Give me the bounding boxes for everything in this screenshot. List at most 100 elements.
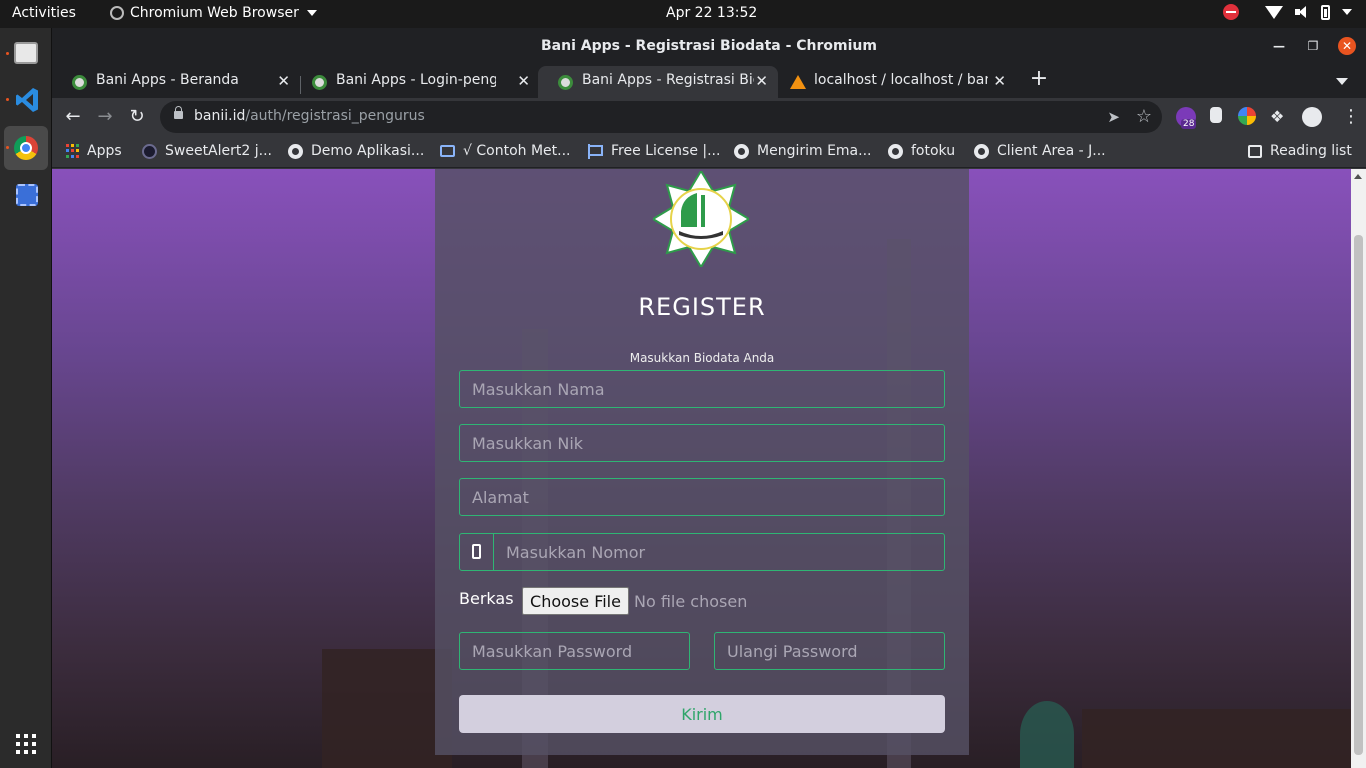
ubuntu-dock: [0, 28, 52, 768]
page-scrollbar[interactable]: [1351, 169, 1366, 768]
lock-icon[interactable]: [174, 106, 183, 119]
extension-icon[interactable]: [1210, 107, 1222, 123]
tab-label: Bani Apps - Registrasi Biodata: [582, 72, 754, 88]
page-viewport: REGISTER Masukkan Biodata Anda Berkas Ch…: [52, 169, 1351, 768]
chromium-app-icon: [110, 6, 124, 20]
bookmark-label: Client Area - J...: [997, 143, 1106, 159]
system-tray[interactable]: [1223, 4, 1352, 20]
volume-icon[interactable]: [1295, 5, 1309, 19]
tab-label: localhost / localhost / bani: [814, 72, 988, 88]
close-tab-icon[interactable]: ✕: [755, 72, 768, 90]
password-input[interactable]: [459, 632, 690, 670]
bani-logo: [653, 171, 749, 267]
address-input[interactable]: [459, 478, 945, 516]
globe-icon: [288, 143, 303, 159]
app-menu[interactable]: Chromium Web Browser: [110, 5, 317, 21]
globe-icon: [734, 143, 749, 159]
new-tab-button[interactable]: +: [1028, 68, 1050, 90]
bookmark-contoh-met[interactable]: √ Contoh Met...: [440, 143, 571, 159]
choose-file-button[interactable]: Choose File: [522, 587, 629, 615]
back-button[interactable]: ←: [62, 106, 84, 128]
phone-addon: [460, 534, 494, 570]
sweetalert-icon: [142, 143, 157, 159]
battery-icon[interactable]: [1321, 4, 1330, 20]
tab-registrasi-biodata[interactable]: Bani Apps - Registrasi Biodata ✕: [538, 66, 778, 98]
monitor-icon: [440, 145, 455, 157]
nik-input[interactable]: [459, 424, 945, 462]
app-menu-label: Chromium Web Browser: [130, 5, 299, 21]
send-tab-icon[interactable]: ➤: [1107, 108, 1120, 126]
name-input[interactable]: [459, 370, 945, 408]
close-window-button[interactable]: ✕: [1338, 37, 1356, 55]
close-tab-icon[interactable]: ✕: [517, 72, 530, 90]
tab-phpmyadmin[interactable]: localhost / localhost / bani ✕: [770, 66, 1016, 98]
scroll-up-arrow-icon[interactable]: [1354, 174, 1362, 179]
chevron-down-icon: [306, 10, 317, 16]
do-not-disturb-icon[interactable]: [1223, 4, 1239, 20]
reading-list-label: Reading list: [1270, 143, 1352, 159]
bookmark-free-license[interactable]: Free License |...: [588, 143, 720, 159]
profile-avatar[interactable]: [1302, 107, 1322, 127]
gear-icon: [72, 75, 87, 90]
bookmark-sweetalert[interactable]: SweetAlert2 j...: [142, 143, 272, 159]
file-status: No file chosen: [634, 592, 748, 611]
apps-grid-icon: [66, 143, 79, 159]
browser-toolbar: ← → ↻ banii.id/auth/registrasi_pengurus …: [52, 98, 1366, 136]
bookmark-star-icon[interactable]: ☆: [1136, 106, 1152, 127]
tab-beranda[interactable]: Bani Apps - Beranda ✕: [52, 66, 300, 98]
wifi-icon[interactable]: [1265, 5, 1283, 19]
tab-strip: Bani Apps - Beranda ✕ Bani Apps - Login-…: [52, 64, 1366, 98]
chevron-down-icon[interactable]: [1342, 9, 1352, 15]
extension-icon[interactable]: 28: [1176, 107, 1197, 129]
globe-icon: [888, 143, 903, 159]
bookmark-client-area[interactable]: Client Area - J...: [974, 143, 1106, 159]
show-applications-icon[interactable]: [16, 734, 36, 754]
dock-screenshot[interactable]: [4, 174, 48, 218]
reading-list-button[interactable]: Reading list: [1248, 143, 1352, 159]
files-icon: [14, 42, 38, 64]
maximize-button[interactable]: ❐: [1304, 37, 1322, 55]
minimize-button[interactable]: —: [1270, 37, 1288, 55]
form-subtitle: Masukkan Biodata Anda: [629, 351, 775, 365]
chromium-icon: [14, 136, 38, 160]
scrollbar-thumb[interactable]: [1354, 235, 1363, 755]
submit-button[interactable]: Kirim: [459, 695, 945, 733]
extension-icon[interactable]: [1238, 107, 1256, 125]
tab-search-chevron-icon[interactable]: [1336, 78, 1348, 85]
puzzle-extensions-icon[interactable]: ❖: [1270, 107, 1290, 127]
bookmark-apps[interactable]: Apps: [66, 143, 122, 159]
activities-button[interactable]: Activities: [12, 5, 76, 21]
bookmark-demo-aplikasi[interactable]: Demo Aplikasi...: [288, 143, 424, 159]
clock[interactable]: Apr 22 13:52: [666, 5, 757, 21]
dock-files[interactable]: [4, 32, 48, 76]
bookmark-label: Mengirim Ema...: [757, 143, 872, 159]
flag-icon: [588, 143, 603, 159]
address-bar[interactable]: banii.id/auth/registrasi_pengurus ➤ ☆: [160, 101, 1162, 133]
more-menu-icon[interactable]: ⋮: [1342, 106, 1360, 127]
close-tab-icon[interactable]: ✕: [277, 72, 290, 90]
close-tab-icon[interactable]: ✕: [993, 72, 1006, 90]
url-text[interactable]: banii.id/auth/registrasi_pengurus: [194, 108, 425, 124]
globe-icon: [974, 143, 989, 159]
background-building: [322, 649, 452, 768]
dock-vscode[interactable]: [4, 78, 48, 122]
confirm-password-input[interactable]: [714, 632, 945, 670]
bookmark-fotoku[interactable]: fotoku: [888, 143, 955, 159]
vscode-icon: [16, 88, 38, 112]
screenshot-icon: [16, 184, 38, 206]
gear-icon: [558, 75, 573, 90]
phone-input[interactable]: [494, 534, 944, 570]
window-title: Bani Apps - Registrasi Biodata - Chromiu…: [541, 38, 877, 54]
background-building: [1082, 709, 1351, 768]
bookmark-label: √ Contoh Met...: [463, 143, 571, 159]
bookmark-mengirim-email[interactable]: Mengirim Ema...: [734, 143, 872, 159]
forward-button[interactable]: →: [94, 106, 116, 128]
bookmark-label: Free License |...: [611, 143, 721, 159]
bookmark-label: SweetAlert2 j...: [165, 143, 272, 159]
dock-chromium[interactable]: [4, 126, 48, 170]
browser-window: Bani Apps - Registrasi Biodata - Chromiu…: [52, 28, 1366, 768]
reload-button[interactable]: ↻: [126, 106, 148, 128]
window-titlebar[interactable]: Bani Apps - Registrasi Biodata - Chromiu…: [52, 28, 1366, 64]
tab-login-pengurus[interactable]: Bani Apps - Login-pengurus ✕: [292, 66, 540, 98]
bookmark-label: Apps: [87, 143, 122, 159]
